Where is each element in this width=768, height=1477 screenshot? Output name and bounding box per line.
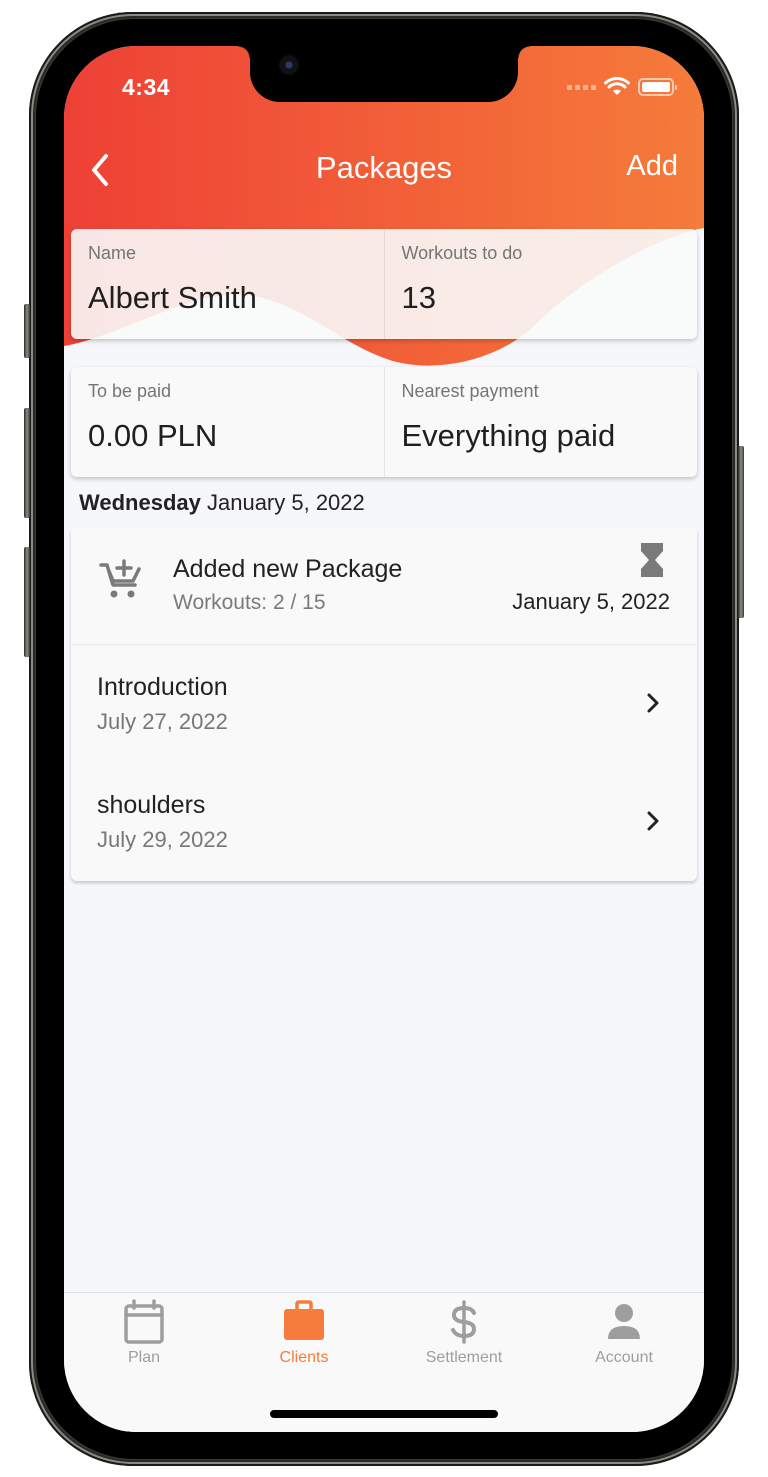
cellular-signal-icon	[567, 84, 596, 90]
tab-plan[interactable]: Plan	[64, 1293, 224, 1432]
day-weekday: Wednesday	[79, 490, 201, 515]
nearest-payment-label: Nearest payment	[401, 381, 539, 401]
workout-row[interactable]: shoulders July 29, 2022	[71, 763, 697, 881]
workout-title: shoulders	[97, 791, 206, 819]
day-heading: Wednesday January 5, 2022	[79, 490, 365, 516]
notch	[238, 46, 530, 102]
package-list-card: Added new Package Workouts: 2 / 15 Janua…	[71, 527, 697, 881]
briefcase-icon	[284, 1300, 324, 1340]
workout-date: July 29, 2022	[97, 827, 228, 852]
power-button	[738, 446, 744, 618]
to-pay-label: To be paid	[88, 381, 172, 401]
nearest-payment-cell: Nearest payment Everything paid	[383, 367, 698, 477]
volume-up-button	[24, 408, 30, 518]
package-title: Added new Package	[173, 555, 403, 583]
calendar-icon	[124, 1299, 164, 1344]
tab-account[interactable]: Account	[544, 1293, 704, 1432]
workout-row[interactable]: Introduction July 27, 2022	[71, 645, 697, 763]
workouts-value: 13	[401, 280, 436, 315]
workout-title: Introduction	[97, 673, 228, 701]
tab-label: Settlement	[425, 1349, 503, 1366]
nearest-payment-value: Everything paid	[401, 418, 616, 453]
workout-date: July 27, 2022	[97, 709, 228, 734]
home-indicator[interactable]	[270, 1410, 498, 1418]
tab-label: Account	[595, 1349, 653, 1366]
cart-add-icon	[99, 559, 141, 598]
wifi-icon	[604, 77, 630, 95]
person-icon	[608, 1304, 640, 1339]
tab-label: Clients	[279, 1349, 329, 1366]
to-pay-value: 0.00 PLN	[88, 418, 218, 453]
chevron-right-icon	[647, 693, 659, 713]
package-workouts: Workouts: 2 / 15	[173, 591, 326, 614]
name-label: Name	[88, 243, 137, 263]
workouts-label: Workouts to do	[401, 243, 523, 263]
battery-icon	[638, 78, 677, 96]
add-button[interactable]: Add	[626, 150, 678, 183]
tab-label: Plan	[127, 1349, 161, 1366]
screen: 4:34 Packages Add Name Albert Smith Work…	[64, 46, 704, 1432]
status-icons	[567, 77, 677, 97]
page-title: Packages	[315, 150, 453, 185]
status-time: 4:34	[122, 74, 171, 100]
payment-summary-card: To be paid 0.00 PLN Nearest payment Ever…	[71, 367, 697, 477]
volume-down-button	[24, 547, 30, 657]
package-date: January 5, 2022	[512, 589, 670, 614]
chevron-right-icon	[647, 811, 659, 831]
front-camera	[278, 54, 300, 76]
name-value: Albert Smith	[88, 280, 257, 315]
workouts-cell: Workouts to do 13	[383, 229, 698, 339]
hourglass-icon	[641, 543, 663, 577]
package-row[interactable]: Added new Package Workouts: 2 / 15 Janua…	[71, 527, 697, 645]
dollar-icon	[451, 1300, 477, 1344]
to-pay-cell: To be paid 0.00 PLN	[71, 367, 384, 477]
client-summary-card: Name Albert Smith Workouts to do 13	[71, 229, 697, 339]
name-cell: Name Albert Smith	[71, 229, 384, 339]
silent-switch	[24, 304, 30, 358]
day-date: January 5, 2022	[206, 490, 365, 515]
